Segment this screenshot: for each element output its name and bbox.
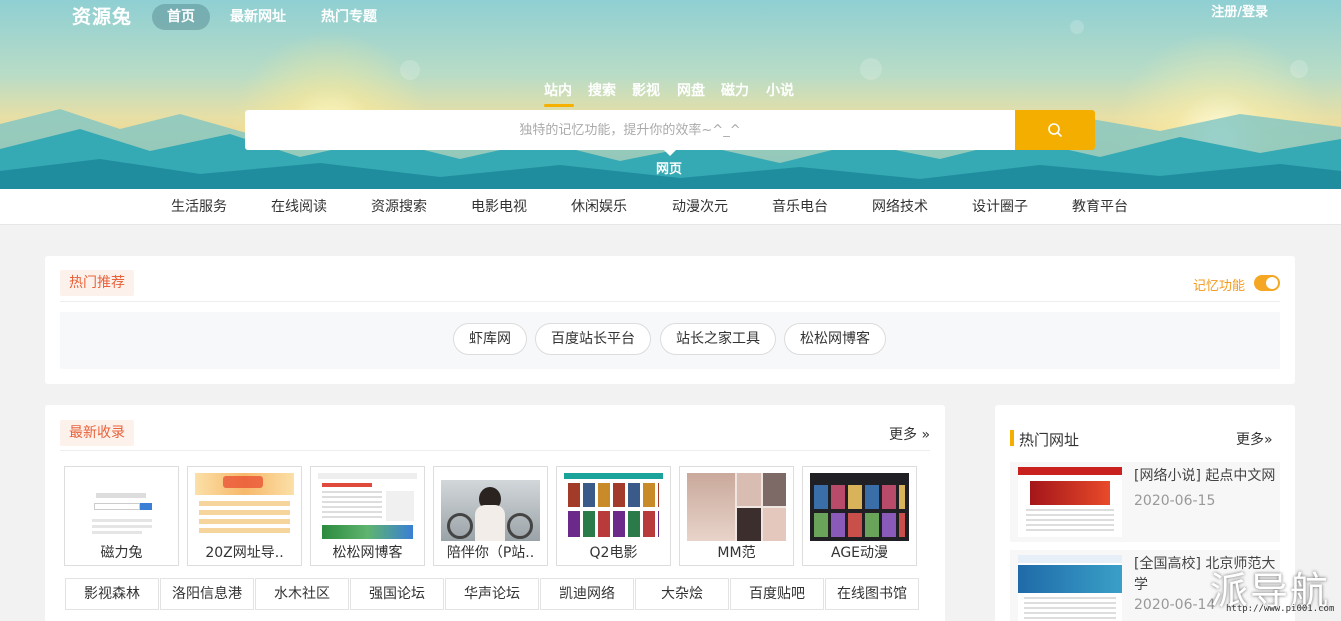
link-cell[interactable]: 华声论坛 xyxy=(445,578,539,610)
latest-panel: 最新收录 更多 » 磁力兔 20Z网址导.. 松松网博客 陪伴你（P站.. Q2… xyxy=(45,405,945,621)
category-resource-search[interactable]: 资源搜索 xyxy=(371,189,427,225)
category-design[interactable]: 设计圈子 xyxy=(972,189,1028,225)
site-thumbnail xyxy=(687,473,786,541)
hot-site-date: 2020-06-14 xyxy=(1134,597,1216,613)
top-nav: 资源兔 首页 最新网址 热门专题 注册/登录 xyxy=(0,0,1341,36)
category-movies[interactable]: 电影电视 xyxy=(471,189,527,225)
login-register-link[interactable]: 注册/登录 xyxy=(1211,4,1268,22)
search-icon xyxy=(1048,123,1062,137)
search-tab-magnet[interactable]: 磁力 xyxy=(721,80,749,100)
link-cell[interactable]: 大杂烩 xyxy=(635,578,729,610)
category-anime[interactable]: 动漫次元 xyxy=(672,189,728,225)
site-thumbnail xyxy=(318,473,417,541)
link-cell[interactable]: 水木社区 xyxy=(255,578,349,610)
hot-pill-xiaku[interactable]: 虾库网 xyxy=(453,323,527,355)
header-banner: 资源兔 首页 最新网址 热门专题 注册/登录 站内 搜索 影视 网盘 磁力 小说… xyxy=(0,0,1341,189)
hot-site-thumbnail xyxy=(1018,467,1122,537)
memory-toggle[interactable] xyxy=(1254,275,1280,291)
hot-site-item[interactable]: [网络小说] 起点中文网 2020-06-15 xyxy=(1010,462,1280,542)
search-tab-video[interactable]: 影视 xyxy=(632,80,660,100)
bokeh-dot xyxy=(400,60,420,80)
site-thumbnail xyxy=(564,473,663,541)
site-card-label: 磁力兔 xyxy=(100,545,143,561)
memory-function-label: 记忆功能 xyxy=(1193,279,1246,294)
category-entertainment[interactable]: 休闲娱乐 xyxy=(571,189,627,225)
divider xyxy=(60,301,1280,302)
hot-recommend-panel: 热门推荐 记忆功能 虾库网 百度站长平台 站长之家工具 松松网博客 xyxy=(45,256,1295,384)
category-tech[interactable]: 网络技术 xyxy=(872,189,928,225)
hot-site-thumbnail xyxy=(1018,555,1122,621)
site-card[interactable]: AGE动漫 xyxy=(802,466,917,566)
site-card[interactable]: 20Z网址导.. xyxy=(187,466,302,566)
search-tab-novel[interactable]: 小说 xyxy=(766,80,794,100)
link-cell[interactable]: 强国论坛 xyxy=(350,578,444,610)
category-reading[interactable]: 在线阅读 xyxy=(271,189,327,225)
divider xyxy=(60,450,930,451)
site-card-label: MM范 xyxy=(717,545,756,561)
nav-hot-topics[interactable]: 热门专题 xyxy=(306,4,392,30)
hot-site-date: 2020-06-15 xyxy=(1134,493,1216,509)
site-card[interactable]: 陪伴你（P站.. xyxy=(433,466,548,566)
search-input[interactable] xyxy=(245,110,1015,150)
hot-sites-title: 热门网址 xyxy=(1019,431,1080,449)
category-music[interactable]: 音乐电台 xyxy=(772,189,828,225)
hot-pill-baidu-webmaster[interactable]: 百度站长平台 xyxy=(535,323,651,355)
toggle-knob xyxy=(1266,277,1278,289)
link-cell[interactable]: 百度贴吧 xyxy=(730,578,824,610)
hot-site-title: [网络小说] 起点中文网 xyxy=(1134,468,1276,484)
site-thumbnail xyxy=(441,473,540,541)
site-card[interactable]: Q2电影 xyxy=(556,466,671,566)
nav-latest-sites[interactable]: 最新网址 xyxy=(215,4,301,30)
site-logo[interactable]: 资源兔 xyxy=(72,2,132,29)
watermark: 派导航 http://www.pi001.com xyxy=(1210,560,1340,621)
site-card-label: Q2电影 xyxy=(589,545,638,561)
site-card[interactable]: 磁力兔 xyxy=(64,466,179,566)
search-tab-netdisk[interactable]: 网盘 xyxy=(677,80,705,100)
watermark-url: http://www.pi001.com xyxy=(1226,604,1335,614)
link-cell[interactable]: 影视森林 xyxy=(65,578,159,610)
link-cell[interactable]: 洛阳信息港 xyxy=(160,578,254,610)
search-tab-site[interactable]: 站内 xyxy=(544,80,572,100)
site-card[interactable]: MM范 xyxy=(679,466,794,566)
latest-title: 最新收录 xyxy=(60,420,134,446)
category-life[interactable]: 生活服务 xyxy=(171,189,227,225)
site-thumbnail xyxy=(810,473,909,541)
hot-sites-more-link[interactable]: 更多» xyxy=(1236,429,1273,449)
search-tab-search[interactable]: 搜索 xyxy=(588,80,616,100)
search-button[interactable] xyxy=(1015,110,1095,150)
site-card-label: 20Z网址导.. xyxy=(205,545,284,561)
category-education[interactable]: 教育平台 xyxy=(1072,189,1128,225)
bokeh-dot xyxy=(1290,60,1308,78)
hot-pill-songsong-blog[interactable]: 松松网博客 xyxy=(784,323,886,355)
hot-recommend-title: 热门推荐 xyxy=(60,270,134,296)
site-thumbnail xyxy=(195,473,294,541)
search-sub-label[interactable]: 网页 xyxy=(656,158,682,177)
category-bar: 生活服务 在线阅读 资源搜索 电影电视 休闲娱乐 动漫次元 音乐电台 网络技术 … xyxy=(0,189,1341,225)
hot-recommend-area: 虾库网 百度站长平台 站长之家工具 松松网博客 xyxy=(60,312,1280,369)
hot-pill-chinaz-tools[interactable]: 站长之家工具 xyxy=(660,323,776,355)
site-card-label: 陪伴你（P站.. xyxy=(446,545,535,561)
active-tab-indicator xyxy=(544,104,574,107)
hot-sites-accent xyxy=(1010,430,1014,446)
site-card[interactable]: 松松网博客 xyxy=(310,466,425,566)
latest-more-link[interactable]: 更多 » xyxy=(889,424,930,444)
site-card-label: AGE动漫 xyxy=(830,545,889,561)
nav-home[interactable]: 首页 xyxy=(152,4,210,30)
link-cell[interactable]: 在线图书馆 xyxy=(825,578,919,610)
bokeh-dot xyxy=(860,58,882,80)
site-card-label: 松松网博客 xyxy=(332,545,403,561)
link-cell[interactable]: 凯迪网络 xyxy=(540,578,634,610)
site-thumbnail xyxy=(72,473,171,541)
search-caret xyxy=(664,150,676,156)
